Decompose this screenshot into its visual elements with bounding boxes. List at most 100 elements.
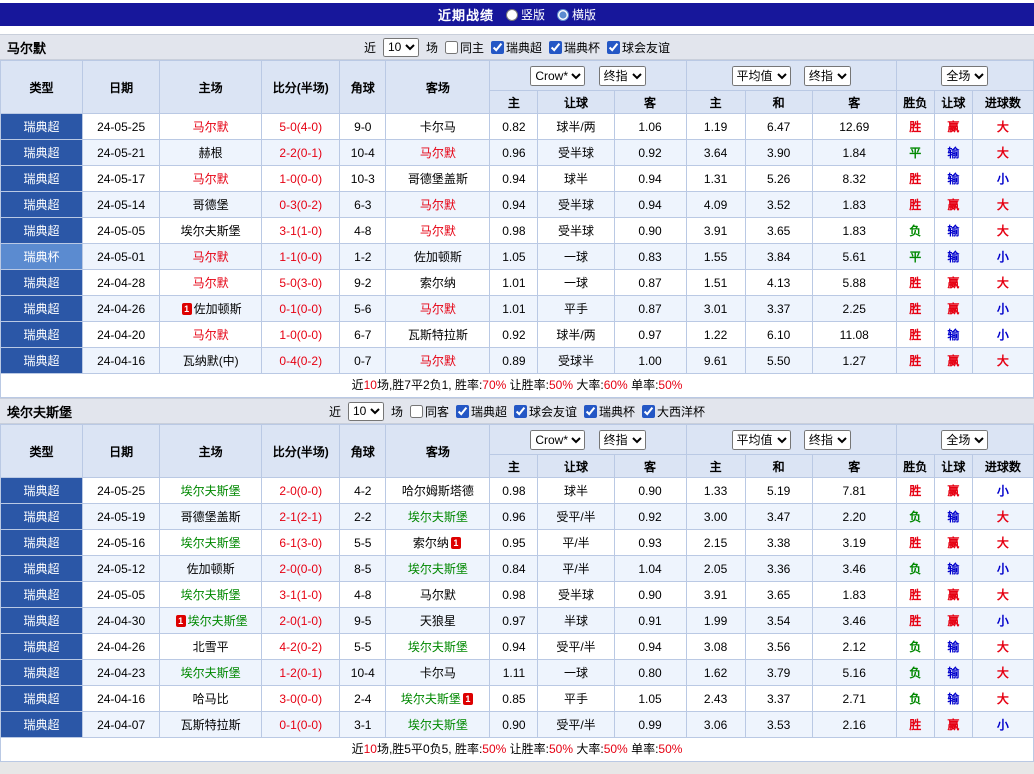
league-checkbox[interactable]	[455, 404, 469, 418]
match-result-cell: 负	[895, 685, 935, 712]
goals-result-cell: 小	[971, 555, 1034, 582]
handicap-result-cell: 赢	[933, 581, 973, 608]
col-corner: 角球	[339, 424, 387, 478]
league-type-cell: 瑞典超	[0, 165, 84, 192]
layout-vertical-option[interactable]: 竖版	[505, 6, 545, 23]
goals-result-cell: 大	[971, 503, 1034, 530]
summary-text: 场,胜7平2负1, 胜率:	[376, 378, 483, 392]
asian-away-odds-cell: 0.90	[613, 581, 687, 608]
average-select-0[interactable]: 平均值	[731, 65, 791, 86]
result-row: 瑞典超 24-04-26 北雪平 4-2(0-2) 5-5 埃尔夫斯堡 0.94 受平/半 0.…	[0, 633, 1034, 660]
league-type-cell: 瑞典超	[0, 477, 84, 504]
col-home: 主场	[159, 60, 263, 114]
league-checkbox[interactable]	[607, 40, 621, 54]
league-filter[interactable]: 球会友谊	[514, 403, 577, 420]
results-table-1: 类型 日期 主场 比分(半场) 角球 客场 Crow* 终指 平均值 终指 全场	[0, 424, 1034, 738]
league-checkbox[interactable]	[642, 404, 656, 418]
asian-handicap-cell: 球半	[537, 165, 615, 192]
asian-home-odds-cell: 0.98	[489, 477, 539, 504]
same-venue-filter-0[interactable]: 同主	[444, 39, 484, 56]
same-venue-checkbox-1[interactable]	[409, 404, 423, 418]
final-odds-select-0b[interactable]: 终指	[803, 65, 851, 86]
league-checkbox[interactable]	[584, 404, 598, 418]
away-team-cell: 卡尔马	[385, 659, 491, 686]
final-odds-select-0a[interactable]: 终指	[598, 65, 646, 86]
result-row: 瑞典超 24-05-12 佐加顿斯 2-0(0-0) 8-5 埃尔夫斯堡 0.84 平/半 1.…	[0, 555, 1034, 582]
bookmaker-select-0[interactable]: Crow*	[530, 65, 586, 86]
league-filter[interactable]: 瑞典杯	[584, 403, 635, 420]
corner-cell: 9-5	[339, 607, 387, 634]
scope-select-0[interactable]: 全场	[941, 65, 989, 86]
league-filter[interactable]: 球会友谊	[607, 39, 670, 56]
col-result: 胜负	[895, 90, 935, 114]
away-team-cell: 卡尔马	[385, 113, 491, 140]
final-odds-select-1a[interactable]: 终指	[598, 429, 646, 450]
col-euro-draw: 和	[744, 90, 813, 114]
results-table-0: 类型 日期 主场 比分(半场) 角球 客场 Crow* 终指 平均值 终指 全场	[0, 60, 1034, 374]
result-row: 瑞典超 24-05-21 赫根 2-2(0-1) 10-4 马尔默 0.96 受半球 0.92 3…	[0, 139, 1034, 166]
recent-count-select-1[interactable]: 10	[347, 401, 384, 421]
league-type-cell: 瑞典超	[0, 191, 84, 218]
layout-horizontal-radio[interactable]	[557, 8, 569, 21]
euro-draw-odds-cell: 3.52	[744, 191, 813, 218]
league-filter[interactable]: 瑞典超	[455, 403, 507, 420]
league-type-cell: 瑞典超	[0, 555, 84, 582]
team-name: 索尔纳	[412, 536, 449, 550]
league-filter[interactable]: 瑞典超	[491, 39, 542, 56]
goals-result-cell: 小	[971, 165, 1034, 192]
final-odds-select-1b[interactable]: 终指	[803, 429, 851, 450]
league-type-cell: 瑞典超	[0, 139, 84, 166]
league-checkbox[interactable]	[491, 40, 504, 54]
score-cell: 3-1(1-0)	[261, 581, 341, 608]
col-euro-home: 主	[685, 90, 746, 114]
asian-home-odds-cell: 0.98	[489, 581, 539, 608]
euro-home-odds-cell: 1.55	[685, 243, 746, 270]
summary-big-rate: 50%	[603, 742, 628, 756]
layout-vertical-radio[interactable]	[505, 8, 518, 21]
team-name: 哈尔姆斯塔德	[401, 484, 474, 498]
bookmaker-select-1[interactable]: Crow*	[530, 429, 586, 450]
euro-home-odds-cell: 9.61	[685, 347, 746, 374]
asian-handicap-cell: 受半球	[537, 581, 615, 608]
goals-result-cell: 大	[971, 191, 1034, 218]
score-cell: 0-1(0-0)	[261, 711, 341, 738]
asian-odds-header-0: Crow* 终指	[489, 60, 687, 91]
same-venue-checkbox-0[interactable]	[444, 40, 458, 54]
recent-count-select-0[interactable]: 10	[382, 37, 419, 57]
team-name: 马尔默	[192, 120, 229, 134]
handicap-result-cell: 赢	[933, 529, 973, 556]
goals-result-cell: 大	[971, 633, 1034, 660]
league-checkbox[interactable]	[549, 40, 563, 54]
league-checkbox[interactable]	[514, 404, 527, 418]
summary-count: 10	[363, 378, 377, 392]
euro-draw-odds-cell: 3.54	[744, 607, 813, 634]
layout-horizontal-option[interactable]: 横版	[557, 6, 596, 23]
date-cell: 24-04-26	[82, 633, 161, 660]
goals-result-cell: 大	[971, 347, 1034, 374]
same-venue-filter-1[interactable]: 同客	[409, 403, 449, 420]
col-date: 日期	[82, 424, 161, 478]
col-handicap-result: 让球	[933, 90, 973, 114]
league-filter[interactable]: 瑞典杯	[549, 39, 600, 56]
home-team-cell: 哈马比	[159, 685, 263, 712]
home-team-cell: 1 埃尔夫斯堡	[159, 607, 263, 634]
asian-home-odds-cell: 0.90	[489, 711, 539, 738]
col-corner: 角球	[339, 60, 387, 114]
date-cell: 24-04-30	[82, 607, 161, 634]
average-select-1[interactable]: 平均值	[731, 429, 791, 450]
section-malmo: 马尔默 近 10 场 同主 瑞典超 瑞典杯 球会友谊 类型 日期 主场 比分(半场)…	[0, 34, 1034, 398]
league-filter[interactable]: 大西洋杯	[642, 403, 705, 420]
asian-handicap-cell: 平手	[537, 685, 615, 712]
score-cell: 3-1(1-0)	[261, 217, 341, 244]
scope-select-1[interactable]: 全场	[941, 429, 989, 450]
handicap-result-cell: 输	[933, 503, 973, 530]
away-team-cell: 天狼星	[385, 607, 491, 634]
result-row: 瑞典超 24-04-20 马尔默 1-0(0-0) 6-7 瓦斯特拉斯 0.92 球半/两 0.…	[0, 321, 1034, 348]
red-card-icon: 1	[175, 615, 186, 627]
date-cell: 24-05-16	[82, 529, 161, 556]
euro-home-odds-cell: 1.62	[685, 659, 746, 686]
handicap-result-cell: 输	[933, 555, 973, 582]
euro-draw-odds-cell: 3.37	[744, 295, 813, 322]
summary-text: 单率:	[627, 742, 659, 756]
score-cell: 0-3(0-2)	[261, 191, 341, 218]
